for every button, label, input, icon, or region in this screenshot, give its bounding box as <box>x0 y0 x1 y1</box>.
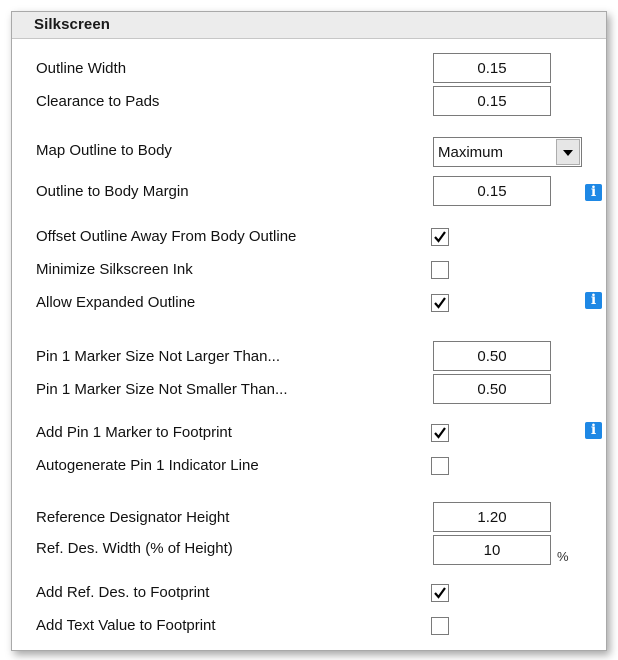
pin1-not-larger-row: Pin 1 Marker Size Not Larger Than... <box>12 341 606 371</box>
refdes-width-label: Ref. Des. Width (% of Height) <box>36 540 233 557</box>
outline-width-row: Outline Width <box>12 53 606 83</box>
refdes-height-row: Reference Designator Height <box>12 502 606 532</box>
allow-expanded-outline-row: Allow Expanded Outline i <box>12 290 606 320</box>
refdes-width-row: Ref. Des. Width (% of Height) % <box>12 535 606 565</box>
section-header: Silkscreen <box>12 12 606 39</box>
checkmark-icon <box>434 427 446 439</box>
offset-outline-label: Offset Outline Away From Body Outline <box>36 228 297 245</box>
silkscreen-panel: Silkscreen Outline Width Clearance to Pa… <box>11 11 607 651</box>
add-pin1-marker-checkbox[interactable] <box>431 424 449 442</box>
allow-expanded-outline-label: Allow Expanded Outline <box>36 294 196 311</box>
info-icon[interactable]: i <box>585 292 602 309</box>
outline-to-body-margin-row: Outline to Body Margin i <box>12 176 606 206</box>
add-pin1-marker-row: Add Pin 1 Marker to Footprint i <box>12 420 606 450</box>
checkmark-icon <box>434 297 446 309</box>
refdes-height-input[interactable] <box>433 502 551 532</box>
pin1-not-larger-label: Pin 1 Marker Size Not Larger Than... <box>36 348 280 365</box>
map-outline-to-body-label: Map Outline to Body <box>36 142 172 159</box>
add-text-value-row: Add Text Value to Footprint <box>12 613 606 643</box>
autogen-pin1-line-checkbox[interactable] <box>431 457 449 475</box>
info-icon[interactable]: i <box>585 184 602 201</box>
checkmark-icon <box>434 231 446 243</box>
percent-unit: % <box>557 549 569 564</box>
offset-outline-checkbox[interactable] <box>431 228 449 246</box>
map-outline-to-body-value: Maximum <box>438 144 504 161</box>
map-outline-to-body-select[interactable]: Maximum <box>433 137 582 167</box>
minimize-ink-checkbox[interactable] <box>431 261 449 279</box>
allow-expanded-outline-checkbox[interactable] <box>431 294 449 312</box>
add-text-value-label: Add Text Value to Footprint <box>36 617 216 634</box>
checkmark-icon <box>434 587 446 599</box>
outline-to-body-margin-label: Outline to Body Margin <box>36 183 189 200</box>
add-refdes-row: Add Ref. Des. to Footprint <box>12 580 606 610</box>
info-icon[interactable]: i <box>585 422 602 439</box>
pin1-not-smaller-row: Pin 1 Marker Size Not Smaller Than... <box>12 374 606 404</box>
minimize-ink-label: Minimize Silkscreen Ink <box>36 261 193 278</box>
add-refdes-checkbox[interactable] <box>431 584 449 602</box>
add-pin1-marker-label: Add Pin 1 Marker to Footprint <box>36 424 232 441</box>
pin1-not-smaller-label: Pin 1 Marker Size Not Smaller Than... <box>36 381 288 398</box>
add-text-value-checkbox[interactable] <box>431 617 449 635</box>
minimize-ink-row: Minimize Silkscreen Ink <box>12 257 606 287</box>
offset-outline-row: Offset Outline Away From Body Outline <box>12 224 606 254</box>
pin1-not-larger-input[interactable] <box>433 341 551 371</box>
pin1-not-smaller-input[interactable] <box>433 374 551 404</box>
section-title: Silkscreen <box>34 16 111 33</box>
clearance-to-pads-input[interactable] <box>433 86 551 116</box>
clearance-to-pads-label: Clearance to Pads <box>36 93 160 110</box>
refdes-height-label: Reference Designator Height <box>36 509 230 526</box>
chevron-down-icon <box>563 150 573 156</box>
refdes-width-input[interactable] <box>433 535 551 565</box>
add-refdes-label: Add Ref. Des. to Footprint <box>36 584 210 601</box>
autogen-pin1-line-label: Autogenerate Pin 1 Indicator Line <box>36 457 259 474</box>
clearance-to-pads-row: Clearance to Pads <box>12 86 606 116</box>
dropdown-button[interactable] <box>556 139 580 165</box>
autogen-pin1-line-row: Autogenerate Pin 1 Indicator Line <box>12 453 606 483</box>
map-outline-to-body-row: Map Outline to Body Maximum <box>12 137 606 169</box>
outline-width-label: Outline Width <box>36 60 127 77</box>
outline-to-body-margin-input[interactable] <box>433 176 551 206</box>
outline-width-input[interactable] <box>433 53 551 83</box>
